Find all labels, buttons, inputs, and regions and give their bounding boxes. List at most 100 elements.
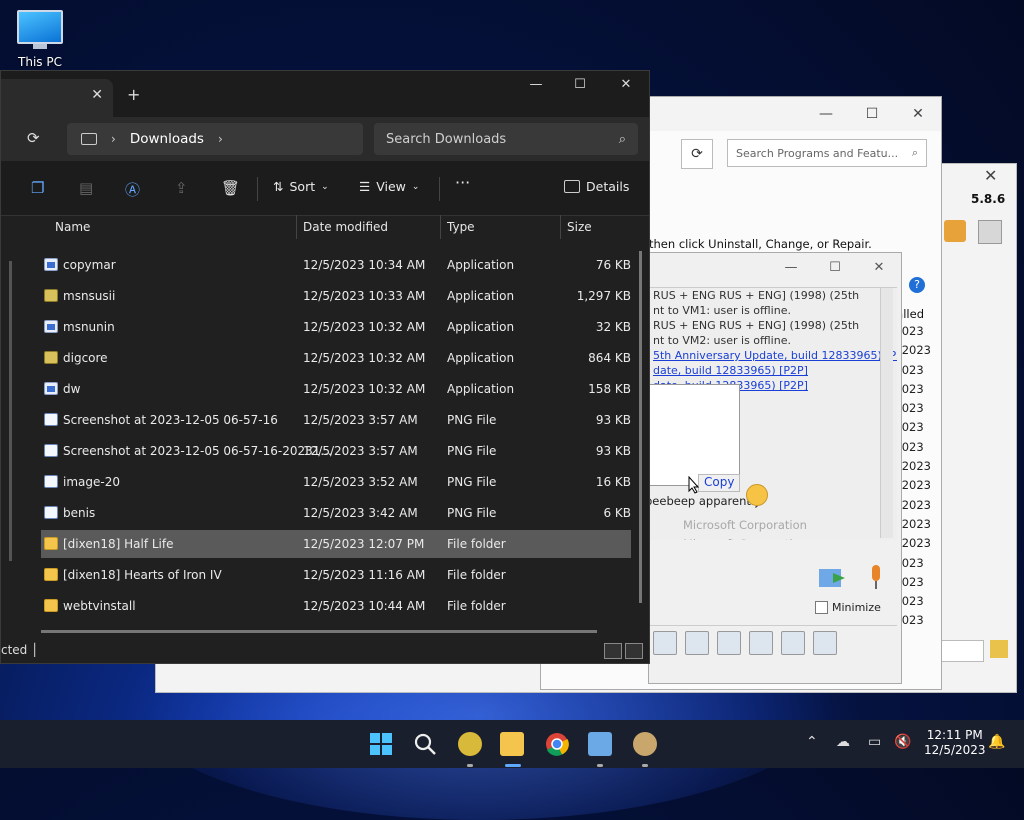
code-icon[interactable] xyxy=(685,631,709,655)
nav-pane-scrollbar[interactable] xyxy=(9,261,12,561)
display-icon[interactable]: ▭ xyxy=(868,734,881,750)
delete-icon[interactable]: 🗑 xyxy=(221,179,240,197)
minimize-icon[interactable]: — xyxy=(513,77,559,92)
chevron-right-icon[interactable]: › xyxy=(111,132,116,146)
paste-icon[interactable]: ▤ xyxy=(79,179,93,197)
microphone-icon[interactable] xyxy=(865,563,887,593)
maximize-icon[interactable]: ☐ xyxy=(849,106,895,122)
message-link[interactable]: date, build 12833965) [P2P] xyxy=(649,363,897,378)
copy-button[interactable]: Copy xyxy=(698,474,740,492)
file-row[interactable]: [dixen18] Hearts of Iron IV 12/5/2023 11:… xyxy=(41,561,631,589)
tab-bar: ✕ + — ☐ ✕ xyxy=(1,71,649,117)
column-date-modified[interactable]: Date modified xyxy=(303,220,388,234)
file-row[interactable]: webtvinstall 12/5/2023 10:44 AM File folde… xyxy=(41,592,631,620)
save-icon[interactable] xyxy=(813,631,837,655)
beebeep-icon[interactable] xyxy=(458,732,482,756)
cloud-offline-icon[interactable]: ☁ xyxy=(836,734,850,750)
file-date: 12/5/2023 3:57 AM xyxy=(303,444,418,458)
chevron-up-icon[interactable]: ⌃ xyxy=(806,734,818,750)
horizontal-scrollbar[interactable] xyxy=(41,630,597,633)
close-icon[interactable]: ✕ xyxy=(857,260,901,275)
file-explorer-window[interactable]: ✕ + — ☐ ✕ ⟳ › Downloads › Search Downloa… xyxy=(0,70,650,664)
desktop-icon-this-pc[interactable]: This PC xyxy=(14,10,66,69)
transfer-icon[interactable] xyxy=(653,631,677,655)
file-row[interactable]: msnunin 12/5/2023 10:32 AM Application 32 K… xyxy=(41,313,631,341)
details-button[interactable]: Details xyxy=(564,179,629,194)
desktop-icon-label: This PC xyxy=(18,55,62,69)
broom-icon[interactable] xyxy=(990,640,1008,658)
file-row[interactable]: digcore 12/5/2023 10:32 AM Application 864 … xyxy=(41,344,631,372)
breadcrumb-downloads[interactable]: Downloads xyxy=(130,131,204,147)
control-panel-icon[interactable] xyxy=(588,732,612,756)
minimize-icon[interactable]: — xyxy=(803,106,849,122)
file-row[interactable]: dw 12/5/2023 10:32 AM Application 158 KB xyxy=(41,375,631,403)
file-explorer-icon[interactable] xyxy=(500,732,524,756)
minimize-icon[interactable]: — xyxy=(769,260,813,275)
file-row[interactable]: Screenshot at 2023-12-05 06-57-16 12/5/20… xyxy=(41,406,631,434)
file-type: Application xyxy=(447,351,515,365)
chrome-icon[interactable] xyxy=(545,732,569,756)
close-icon[interactable]: ✕ xyxy=(984,166,997,185)
file-name: Screenshot at 2023-12-05 06-57-16 xyxy=(63,413,278,427)
sad-face-icon xyxy=(746,484,768,506)
close-tab-icon[interactable]: ✕ xyxy=(91,87,103,103)
file-row[interactable]: Screenshot at 2023-12-05 06-57-16-20231.… xyxy=(41,437,631,465)
send-icon[interactable] xyxy=(817,563,847,593)
more-options-icon[interactable]: ··· xyxy=(455,173,470,192)
message-line: nt to VM1: user is offline. xyxy=(653,304,791,317)
note-icon[interactable] xyxy=(781,631,805,655)
file-type: PNG File xyxy=(447,475,497,489)
app-icon xyxy=(44,320,58,333)
rename-icon[interactable]: Ⓐ xyxy=(125,179,140,200)
minimize-checkbox[interactable]: Minimize xyxy=(815,601,881,614)
png-icon xyxy=(44,413,58,426)
file-row[interactable]: benis 12/5/2023 3:42 AM PNG File 6 KB xyxy=(41,499,631,527)
close-icon[interactable]: ✕ xyxy=(895,106,941,122)
app-icon[interactable] xyxy=(633,732,657,756)
scrollbar[interactable] xyxy=(880,288,893,538)
column-name[interactable]: Name xyxy=(55,220,90,234)
file-date: 12/5/2023 10:32 AM xyxy=(303,351,426,365)
tiles-view-icon[interactable] xyxy=(625,643,643,659)
copy-icon[interactable]: ❐ xyxy=(31,179,44,197)
sort-button[interactable]: ⇅ Sort ⌄ xyxy=(273,179,329,194)
volume-muted-icon[interactable]: 🔇 xyxy=(894,734,911,750)
computer-icon xyxy=(81,133,97,145)
publisher-cell: Microsoft Corporation xyxy=(683,535,807,540)
vertical-scrollbar[interactable] xyxy=(639,251,642,603)
file-row[interactable]: copymar 12/5/2023 10:34 AM Application 76 K… xyxy=(41,251,631,279)
update-icon[interactable] xyxy=(944,220,966,242)
address-bar[interactable]: › Downloads › xyxy=(67,123,363,155)
trash-icon[interactable] xyxy=(978,220,1002,244)
search-input[interactable]: Search Downloads ⌕ xyxy=(374,123,638,155)
column-size[interactable]: Size xyxy=(567,220,592,234)
programs-search-box[interactable]: Search Programs and Featu... ⌕ xyxy=(727,139,927,167)
file-row[interactable]: msnsusii 12/5/2023 10:33 AM Application 1,2… xyxy=(41,282,631,310)
view-button[interactable]: ☰ View ⌄ xyxy=(359,179,419,194)
search-icon[interactable] xyxy=(413,732,437,756)
close-icon[interactable]: ✕ xyxy=(603,77,649,92)
tab-downloads[interactable]: ✕ xyxy=(1,79,113,117)
message-link[interactable]: 5th Anniversary Update, build 12833965) … xyxy=(649,348,897,363)
new-tab-icon[interactable]: + xyxy=(127,85,140,104)
details-view-icon[interactable] xyxy=(604,643,622,659)
message-line: RUS + ENG RUS + ENG] (1998) (25th xyxy=(653,319,860,332)
chevron-right-icon[interactable]: › xyxy=(218,132,223,146)
start-icon[interactable] xyxy=(369,732,393,756)
help-icon[interactable]: ? xyxy=(909,277,925,293)
disc-icon[interactable] xyxy=(717,631,741,655)
file-size: 93 KB xyxy=(595,413,631,427)
maximize-icon[interactable]: ☐ xyxy=(557,77,603,92)
share-icon[interactable]: ⇪ xyxy=(175,179,188,197)
file-date: 12/5/2023 12:07 PM xyxy=(303,537,425,551)
refresh-icon[interactable]: ⟳ xyxy=(681,139,713,169)
refresh-icon[interactable]: ⟳ xyxy=(27,129,40,147)
file-row[interactable]: [dixen18] Half Life 12/5/2023 12:07 PM Fil… xyxy=(41,530,631,558)
file-row[interactable]: image-20 12/5/2023 3:52 AM PNG File 16 KB xyxy=(41,468,631,496)
screen-icon[interactable] xyxy=(749,631,773,655)
clock[interactable]: 12:11 PM 12/5/2023 xyxy=(924,728,986,758)
file-name: copymar xyxy=(63,258,116,272)
maximize-icon[interactable]: ☐ xyxy=(813,260,857,275)
column-type[interactable]: Type xyxy=(447,220,475,234)
notification-bell-icon[interactable]: 🔔 xyxy=(988,734,1005,750)
